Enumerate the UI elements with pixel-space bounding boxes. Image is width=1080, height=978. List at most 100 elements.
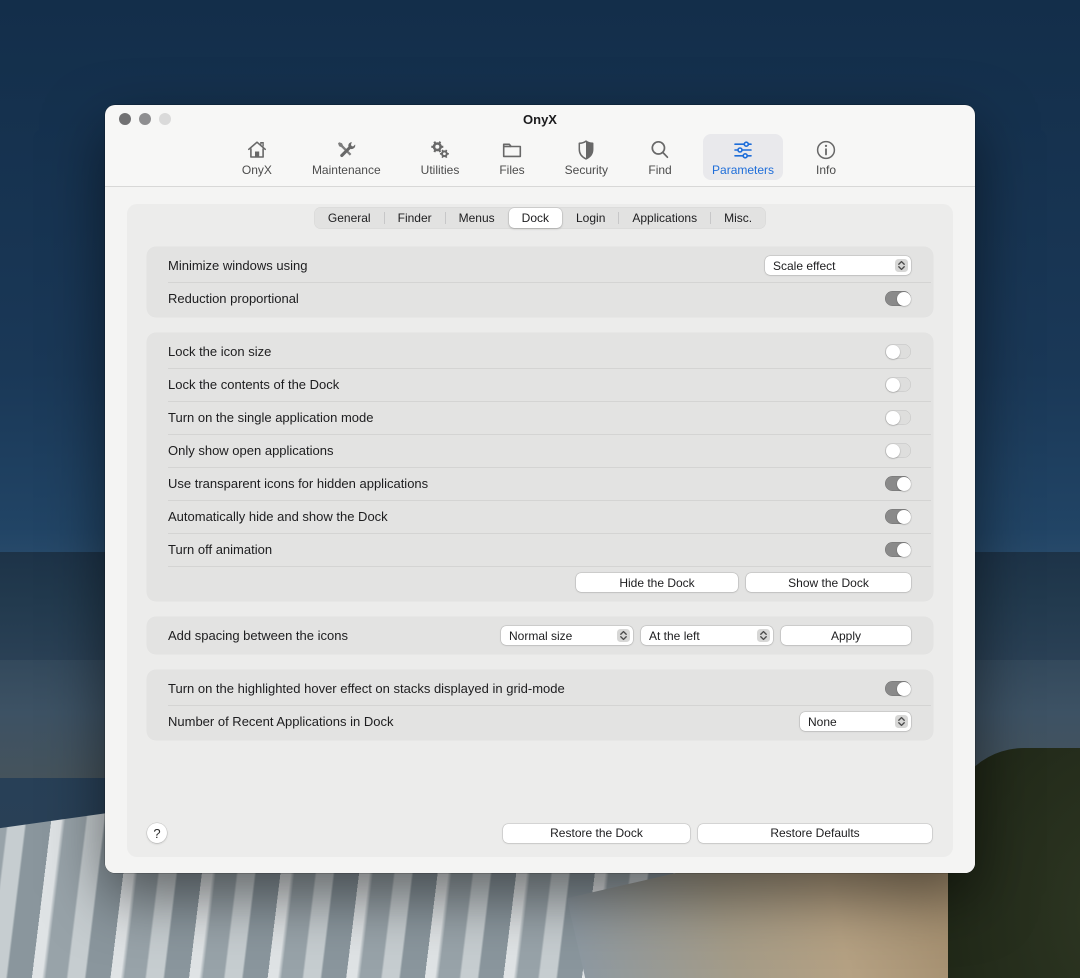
toggle-knob xyxy=(897,543,911,557)
settings-row: Reduction proportional xyxy=(147,282,933,315)
row-controls xyxy=(885,344,911,359)
settings-row: Turn off animation xyxy=(147,533,933,566)
help-button[interactable]: ? xyxy=(147,823,167,843)
select-value: At the left xyxy=(649,629,700,643)
traffic-lights xyxy=(119,113,171,125)
toggle-switch[interactable] xyxy=(885,410,911,425)
toolbar-item-parameters[interactable]: Parameters xyxy=(703,134,783,180)
row-controls xyxy=(885,443,911,458)
toolbar-item-onyx[interactable]: OnyX xyxy=(233,134,281,180)
toggle-knob xyxy=(897,477,911,491)
home-icon xyxy=(245,138,269,162)
toolbar-item-label: Maintenance xyxy=(312,163,381,177)
content-area: GeneralFinderMenusDockLoginApplicationsM… xyxy=(105,187,975,873)
toggle-switch[interactable] xyxy=(885,291,911,306)
tab-bar: GeneralFinderMenusDockLoginApplicationsM… xyxy=(147,207,933,229)
setting-label: Reduction proportional xyxy=(168,291,299,306)
settings-groups: Minimize windows usingScale effectReduct… xyxy=(147,247,933,740)
apply-button[interactable]: Apply xyxy=(781,626,911,645)
toolbar-item-security[interactable]: Security xyxy=(556,134,617,180)
toolbar: OnyX Maintenance Utilities Files Security Fin… xyxy=(105,133,975,187)
settings-group-1: Minimize windows usingScale effectReduct… xyxy=(147,247,933,317)
footer-buttons: Restore the Dock Restore Defaults xyxy=(503,824,932,843)
settings-row: Lock the icon size xyxy=(147,335,933,368)
tab-finder[interactable]: Finder xyxy=(385,208,445,228)
toggle-switch[interactable] xyxy=(885,443,911,458)
toolbar-item-info[interactable]: Info xyxy=(805,134,847,180)
toggle-knob xyxy=(897,292,911,306)
close-button[interactable] xyxy=(119,113,131,125)
select-value: Scale effect xyxy=(773,259,835,273)
toggle-switch[interactable] xyxy=(885,542,911,557)
setting-label: Only show open applications xyxy=(168,443,334,458)
toolbar-item-label: Utilities xyxy=(421,163,460,177)
minimize-button[interactable] xyxy=(139,113,151,125)
row-controls: Hide the Dock Show the Dock xyxy=(576,573,911,592)
toggle-switch[interactable] xyxy=(885,377,911,392)
show-the-dock-button[interactable]: Show the Dock xyxy=(746,573,911,592)
setting-label: Turn on the highlighted hover effect on … xyxy=(168,681,565,696)
restore-the-dock-button[interactable]: Restore the Dock xyxy=(503,824,690,843)
toggle-knob xyxy=(886,444,900,458)
row-controls xyxy=(885,509,911,524)
settings-row: Turn on the highlighted hover effect on … xyxy=(147,672,933,705)
settings-row: Only show open applications xyxy=(147,434,933,467)
tab-general[interactable]: General xyxy=(315,208,384,228)
select-scale-effect[interactable]: Scale effect xyxy=(765,256,911,275)
toolbar-item-find[interactable]: Find xyxy=(639,134,681,180)
toolbar-item-label: Info xyxy=(816,163,836,177)
hide-the-dock-button[interactable]: Hide the Dock xyxy=(576,573,738,592)
dock-settings-panel: GeneralFinderMenusDockLoginApplicationsM… xyxy=(127,204,953,857)
row-controls: None xyxy=(800,712,911,731)
settings-row: Add spacing between the iconsNormal size… xyxy=(147,619,933,652)
settings-row: Hide the Dock Show the Dock xyxy=(147,566,933,599)
setting-label: Turn on the single application mode xyxy=(168,410,373,425)
restore-defaults-button[interactable]: Restore Defaults xyxy=(698,824,932,843)
select-at-the-left[interactable]: At the left xyxy=(641,626,773,645)
toggle-switch[interactable] xyxy=(885,344,911,359)
select-value: Normal size xyxy=(509,629,572,643)
row-controls xyxy=(885,410,911,425)
toolbar-item-utilities[interactable]: Utilities xyxy=(412,134,469,180)
toggle-knob xyxy=(886,345,900,359)
stepper-icon xyxy=(895,259,908,272)
shield-icon xyxy=(574,138,598,162)
toggle-switch[interactable] xyxy=(885,509,911,524)
sliders-icon xyxy=(731,138,755,162)
tab-segmented-control: GeneralFinderMenusDockLoginApplicationsM… xyxy=(314,207,766,229)
settings-group-4: Turn on the highlighted hover effect on … xyxy=(147,670,933,740)
settings-row: Number of Recent Applications in DockNon… xyxy=(147,705,933,738)
tab-dock[interactable]: Dock xyxy=(509,208,562,228)
toolbar-item-label: OnyX xyxy=(242,163,272,177)
select-value: None xyxy=(808,715,837,729)
tab-login[interactable]: Login xyxy=(563,208,618,228)
zoom-button[interactable] xyxy=(159,113,171,125)
tab-applications[interactable]: Applications xyxy=(619,208,710,228)
tab-misc[interactable]: Misc. xyxy=(711,208,765,228)
folder-icon xyxy=(500,138,524,162)
tab-menus[interactable]: Menus xyxy=(446,208,508,228)
stepper-icon xyxy=(617,629,630,642)
toggle-knob xyxy=(897,510,911,524)
settings-row: Automatically hide and show the Dock xyxy=(147,500,933,533)
settings-group-2: Lock the icon size Lock the contents of t… xyxy=(147,333,933,601)
select-none[interactable]: None xyxy=(800,712,911,731)
row-controls xyxy=(885,476,911,491)
row-controls xyxy=(885,681,911,696)
setting-label: Turn off animation xyxy=(168,542,272,557)
toolbar-item-files[interactable]: Files xyxy=(490,134,533,180)
select-normal-size[interactable]: Normal size xyxy=(501,626,633,645)
setting-label: Use transparent icons for hidden applica… xyxy=(168,476,428,491)
setting-label: Lock the contents of the Dock xyxy=(168,377,339,392)
toggle-knob xyxy=(886,411,900,425)
toggle-knob xyxy=(897,682,911,696)
toolbar-item-label: Parameters xyxy=(712,163,774,177)
toggle-switch[interactable] xyxy=(885,681,911,696)
toggle-switch[interactable] xyxy=(885,476,911,491)
row-controls xyxy=(885,291,911,306)
info-icon xyxy=(814,138,838,162)
settings-row: Lock the contents of the Dock xyxy=(147,368,933,401)
row-controls: Scale effect xyxy=(765,256,911,275)
toolbar-item-label: Files xyxy=(499,163,524,177)
toolbar-item-maintenance[interactable]: Maintenance xyxy=(303,134,390,180)
